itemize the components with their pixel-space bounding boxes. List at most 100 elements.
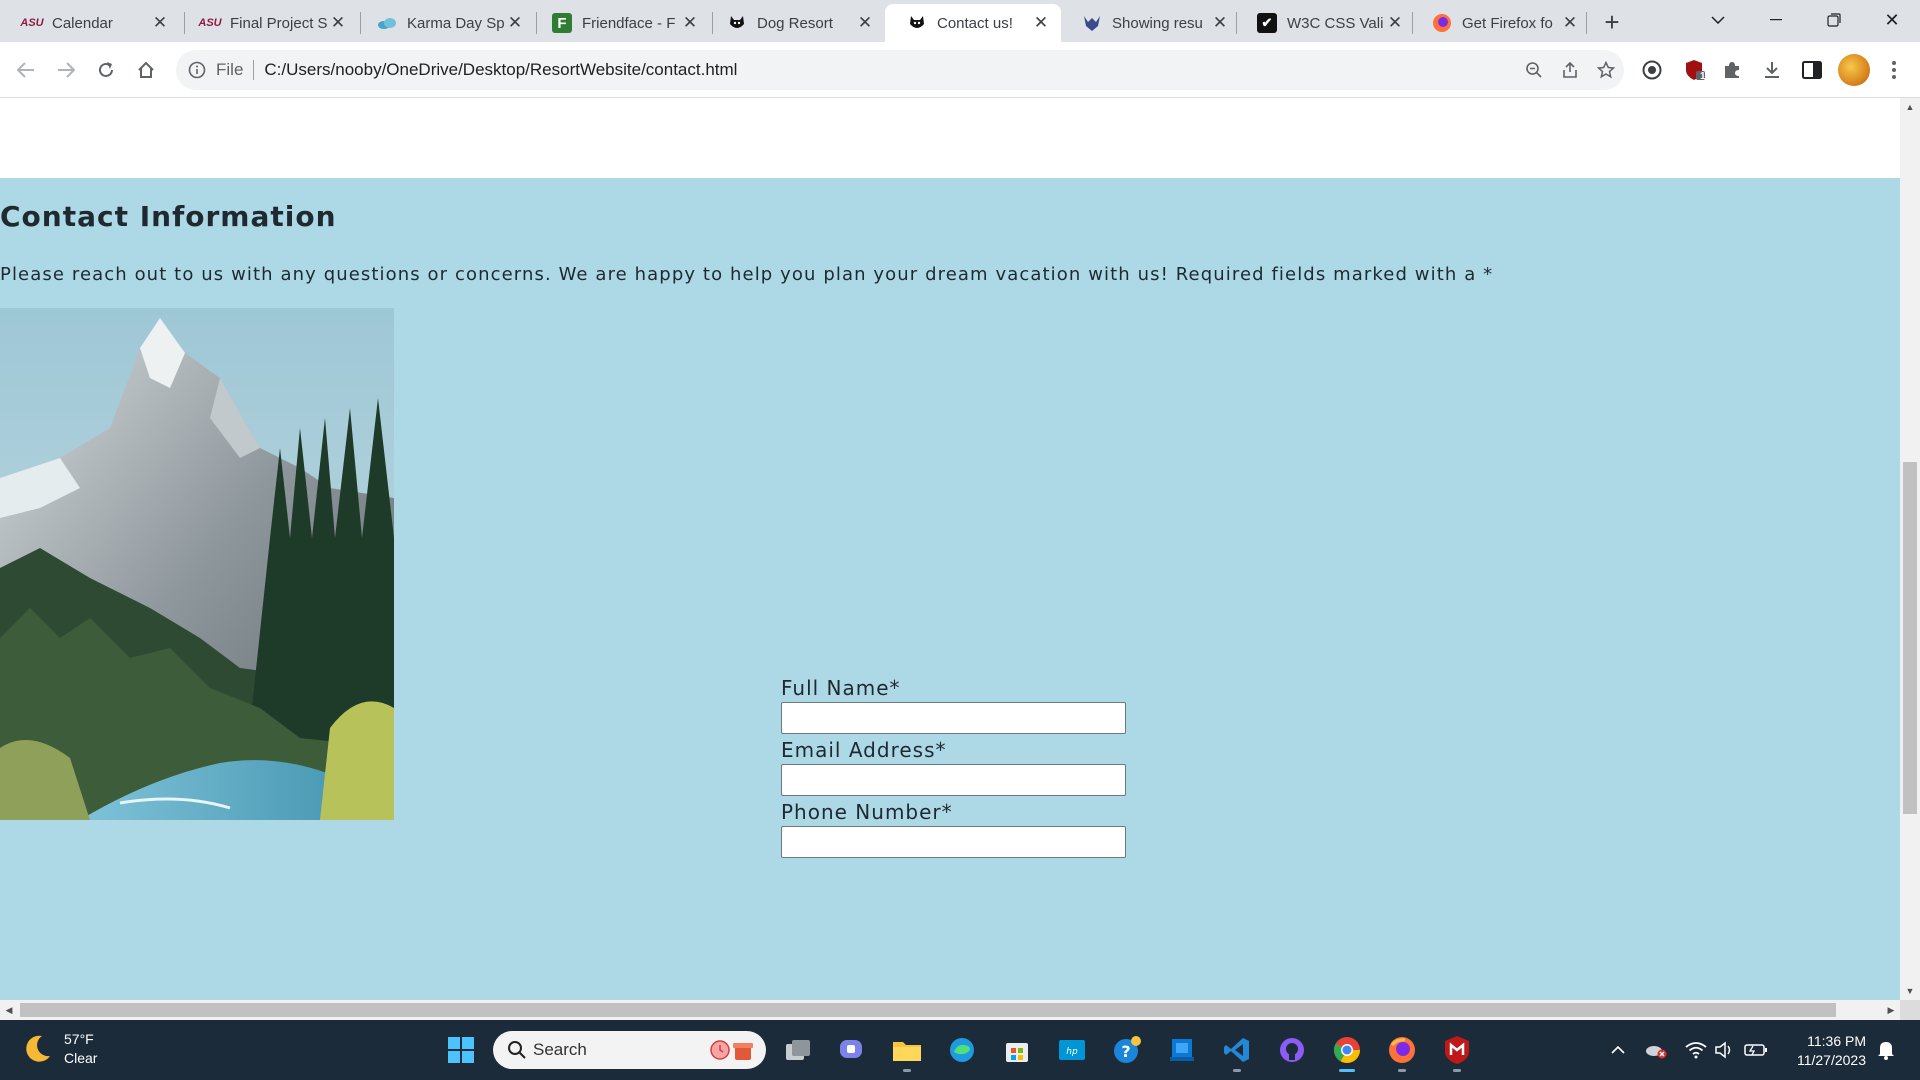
close-tab-icon[interactable]: ✕ xyxy=(855,13,875,33)
taskbar-search[interactable]: Search xyxy=(493,1031,766,1069)
forward-button[interactable] xyxy=(50,54,82,86)
full-name-input[interactable] xyxy=(781,702,1126,734)
tab-title: Contact us! xyxy=(937,14,1013,32)
dog-icon xyxy=(727,13,747,33)
search-highlight-icon xyxy=(710,1040,753,1060)
close-tab-icon[interactable]: ✕ xyxy=(1560,13,1580,33)
tab-get-firefox[interactable]: Get Firefox fo ✕ xyxy=(1410,4,1590,42)
email-input[interactable] xyxy=(781,764,1126,796)
notification-bell-icon[interactable] xyxy=(1870,1030,1902,1070)
weather-widget[interactable]: 57°F Clear xyxy=(20,1030,97,1068)
get-help-icon[interactable]: ? xyxy=(1107,1030,1147,1070)
running-indicator xyxy=(1453,1069,1461,1072)
close-tab-icon[interactable]: ✕ xyxy=(328,13,348,33)
tab-title: W3C CSS Vali xyxy=(1287,14,1384,32)
home-button[interactable] xyxy=(130,54,162,86)
extension-circle-icon[interactable] xyxy=(1636,54,1668,86)
system-clock[interactable]: 11:36 PM 11/27/2023 xyxy=(1784,1032,1866,1070)
page-title: Contact Information xyxy=(0,200,337,233)
scroll-down-arrow-icon[interactable]: ▼ xyxy=(1900,982,1920,1000)
github-desktop-icon[interactable] xyxy=(1272,1030,1312,1070)
scroll-right-arrow-icon[interactable]: ▶ xyxy=(1882,1000,1900,1020)
scroll-up-arrow-icon[interactable]: ▲ xyxy=(1900,98,1920,116)
moon-icon xyxy=(26,1035,50,1062)
file-explorer-icon[interactable] xyxy=(887,1030,927,1072)
svg-text:?: ? xyxy=(1121,1042,1130,1061)
download-icon[interactable] xyxy=(1756,54,1788,86)
minimize-button[interactable] xyxy=(1748,0,1804,40)
close-tab-icon[interactable]: ✕ xyxy=(1210,13,1230,33)
teams-chat-icon[interactable] xyxy=(832,1030,872,1070)
tab-title: Get Firefox fo xyxy=(1462,14,1553,32)
friendface-icon: F xyxy=(552,13,572,33)
info-icon[interactable] xyxy=(186,59,208,81)
new-tab-button[interactable]: + xyxy=(1596,7,1628,37)
vertical-scroll-thumb[interactable] xyxy=(1903,462,1917,814)
close-tab-icon[interactable]: ✕ xyxy=(1031,13,1051,33)
show-hidden-icons-chevron-icon[interactable] xyxy=(1602,1030,1634,1070)
firefox-taskbar-icon[interactable] xyxy=(1382,1030,1422,1072)
close-tab-icon[interactable]: ✕ xyxy=(505,13,525,33)
horizontal-scrollbar[interactable]: ◀ ▶ xyxy=(0,1000,1900,1020)
address-bar[interactable]: File C:/Users/nooby/OneDrive/Desktop/Res… xyxy=(176,50,1624,90)
scroll-left-arrow-icon[interactable]: ◀ xyxy=(0,1000,18,1020)
myhp-icon[interactable]: hp xyxy=(1052,1030,1092,1070)
close-window-button[interactable]: ✕ xyxy=(1864,0,1920,40)
cloud-icon xyxy=(377,13,397,33)
asu-logo-icon: ASU xyxy=(198,17,222,29)
tab-contact-us[interactable]: Contact us! ✕ xyxy=(885,4,1061,42)
mountain-landscape-image xyxy=(0,308,394,820)
remote-desktop-icon[interactable] xyxy=(1162,1030,1202,1070)
close-tab-icon[interactable]: ✕ xyxy=(680,13,700,33)
vertical-scrollbar[interactable]: ▲ ▼ xyxy=(1900,98,1920,1000)
tab-calendar[interactable]: ASU Calendar ✕ xyxy=(0,4,180,42)
clock-date: 11/27/2023 xyxy=(1796,1052,1866,1068)
horizontal-scroll-thumb[interactable] xyxy=(20,1003,1836,1017)
tab-title: Calendar xyxy=(52,14,113,32)
firefox-icon xyxy=(1432,13,1452,33)
tab-showing-results[interactable]: Showing resu ✕ xyxy=(1060,4,1240,42)
share-icon[interactable] xyxy=(1552,52,1588,88)
restore-button[interactable] xyxy=(1806,0,1862,40)
profile-avatar[interactable] xyxy=(1838,54,1870,86)
w3c-icon: ✔ xyxy=(1257,13,1277,33)
running-indicator xyxy=(1398,1069,1406,1072)
phone-input[interactable] xyxy=(781,826,1126,858)
extensions-puzzle-icon[interactable] xyxy=(1716,54,1748,86)
close-tab-icon[interactable]: ✕ xyxy=(1385,13,1405,33)
side-panel-icon[interactable] xyxy=(1796,54,1828,86)
zoom-out-icon[interactable] xyxy=(1516,52,1552,88)
battery-icon[interactable] xyxy=(1740,1030,1772,1070)
intro-text: Please reach out to us with any question… xyxy=(0,264,1494,285)
running-indicator xyxy=(1233,1069,1241,1072)
tab-final-project[interactable]: ASU Final Project S ✕ xyxy=(178,4,358,42)
edge-icon[interactable] xyxy=(942,1030,982,1070)
tab-w3c-css-validator[interactable]: ✔ W3C CSS Vali ✕ xyxy=(1235,4,1415,42)
onedrive-status-icon[interactable] xyxy=(1640,1030,1672,1070)
url-text[interactable]: C:/Users/nooby/OneDrive/Desktop/ResortWe… xyxy=(264,60,1516,80)
microsoft-store-icon[interactable] xyxy=(997,1030,1037,1070)
tab-search-chevron-icon[interactable] xyxy=(1690,0,1746,40)
volume-icon[interactable] xyxy=(1708,1030,1740,1070)
bookmark-star-icon[interactable] xyxy=(1588,52,1624,88)
omnibox-divider xyxy=(253,60,255,80)
tab-karma-day-spa[interactable]: Karma Day Sp ✕ xyxy=(355,4,535,42)
phone-label: Phone Number* xyxy=(781,800,953,824)
chrome-icon[interactable] xyxy=(1327,1030,1367,1072)
page-viewport: Contact Information Please reach out to … xyxy=(0,98,1900,1000)
menu-kebab-icon[interactable] xyxy=(1878,54,1910,86)
task-view-icon[interactable] xyxy=(778,1030,818,1070)
extension-badge: 1 xyxy=(1700,71,1706,82)
search-label: Search xyxy=(533,1040,587,1059)
tab-dog-resort[interactable]: Dog Resort ✕ xyxy=(705,4,885,42)
ublock-shield-icon[interactable]: 1 xyxy=(1678,54,1710,86)
tab-separator xyxy=(1586,12,1587,34)
search-icon xyxy=(508,1041,526,1059)
back-button[interactable] xyxy=(10,54,42,86)
mcafee-icon[interactable] xyxy=(1437,1030,1477,1072)
reload-button[interactable] xyxy=(90,54,122,86)
start-button[interactable] xyxy=(441,1030,481,1070)
tab-friendface[interactable]: F Friendface - F ✕ xyxy=(530,4,710,42)
vscode-icon[interactable] xyxy=(1217,1030,1257,1072)
close-tab-icon[interactable]: ✕ xyxy=(150,13,170,33)
